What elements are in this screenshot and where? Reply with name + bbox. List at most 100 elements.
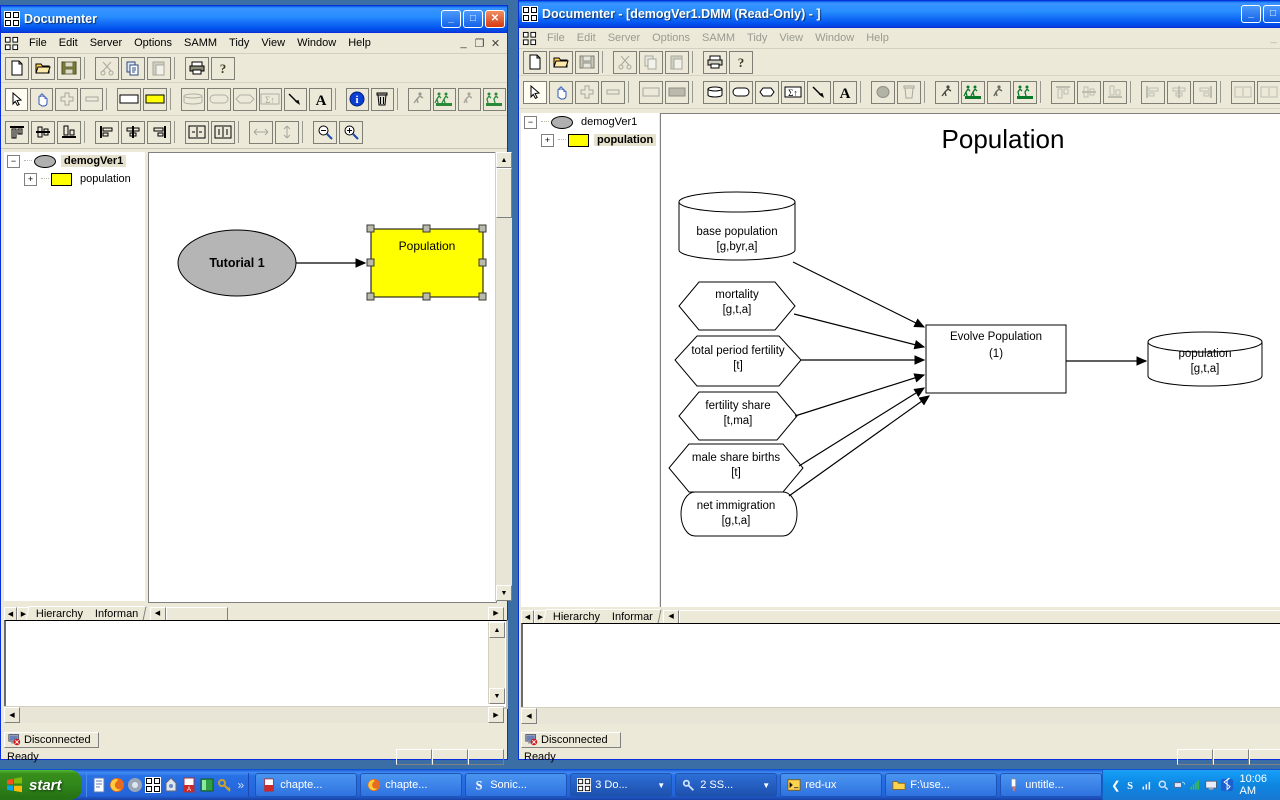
ql-app-icon[interactable] — [163, 777, 179, 793]
right-mdi-controls[interactable]: _ — [1266, 32, 1280, 44]
total-period-fertility-node[interactable]: total period fertility [t] — [674, 335, 802, 387]
left-output-pane[interactable] — [4, 620, 508, 709]
left-draw-toolbar[interactable]: Σ↑ A i — [1, 83, 507, 116]
tray-sonic-icon[interactable]: S — [1124, 778, 1136, 792]
tray-show-hidden-icon[interactable]: ❮ — [1111, 779, 1120, 792]
copy-icon[interactable] — [121, 56, 145, 80]
print-icon[interactable] — [185, 56, 209, 80]
menu-server[interactable]: Server — [84, 35, 128, 51]
vscroll-up-button[interactable]: ▲ — [489, 622, 505, 638]
tray-network-icon[interactable] — [1173, 778, 1186, 792]
new-icon[interactable] — [523, 50, 547, 74]
menu-samm[interactable]: SAMM — [696, 30, 741, 46]
ql-key-icon[interactable] — [217, 777, 233, 793]
vscroll-up-button[interactable]: ▲ — [496, 152, 512, 168]
align-left-icon[interactable] — [95, 120, 119, 144]
system-tray[interactable]: ❮ S 10:06 AM — [1102, 770, 1280, 800]
hscroll-right-button[interactable]: ▶ — [488, 606, 504, 621]
save-icon[interactable] — [57, 56, 81, 80]
mdi-minimize-button[interactable]: _ — [1266, 32, 1280, 44]
tray-bluetooth-icon[interactable] — [1221, 778, 1234, 792]
right-tabstrip[interactable]: ◀ ▶ Hierarchy Informar ◀ — [521, 607, 1280, 624]
tray-signal-icon[interactable] — [1141, 778, 1153, 792]
chevron-down-icon[interactable]: ▼ — [657, 781, 665, 790]
minimize-button[interactable]: _ — [441, 10, 461, 28]
right-window[interactable]: Documenter - [demogVer1.DMM (Read-Only) … — [518, 0, 1280, 765]
run-step-icon[interactable] — [987, 80, 1011, 104]
mortality-node[interactable]: mortality [g,t,a] — [678, 281, 796, 331]
menu-edit[interactable]: Edit — [53, 35, 84, 51]
right-tree-panel[interactable]: − demogVer1 + population — [521, 113, 659, 607]
mdi-restore-button[interactable]: ❐ — [472, 37, 487, 50]
hexagon-icon[interactable] — [755, 80, 779, 104]
tree-item-population[interactable]: + population — [4, 170, 145, 188]
vscroll-down-button[interactable]: ▼ — [489, 688, 505, 704]
task-button[interactable]: untitle... — [1000, 773, 1103, 797]
tray-monitor-icon[interactable] — [1205, 778, 1217, 792]
tree-item-population[interactable]: + population — [521, 131, 659, 149]
left-canvas-vscrollbar[interactable]: ▲ ▼ — [495, 152, 512, 601]
tab-scroll-left-icon[interactable]: ◀ — [4, 607, 17, 621]
tab-information[interactable]: Informan — [85, 606, 148, 621]
align-middle-icon[interactable] — [31, 120, 55, 144]
hscroll-left-button[interactable]: ◀ — [521, 708, 537, 724]
space-vertical-icon[interactable] — [211, 120, 235, 144]
tab-information[interactable]: Informar — [602, 609, 662, 624]
net-immigration-node[interactable]: net immigration [g,t,a] — [680, 491, 798, 537]
hscroll-left-button[interactable]: ◀ — [4, 707, 20, 723]
task-button[interactable]: red-ux — [780, 773, 883, 797]
task-button[interactable]: S Sonic... — [465, 773, 568, 797]
maximize-button[interactable]: □ — [1263, 5, 1280, 23]
ql-documenter-icon[interactable] — [144, 777, 161, 793]
new-icon[interactable] — [5, 56, 29, 80]
menu-file[interactable]: File — [541, 30, 571, 46]
quick-launch-overflow-icon[interactable]: » — [238, 778, 245, 792]
hscroll-left-button[interactable]: ◀ — [663, 609, 680, 624]
tab-scroll-left-icon[interactable]: ◀ — [521, 610, 534, 624]
close-button[interactable]: ✕ — [485, 10, 505, 28]
minimize-button[interactable]: _ — [1241, 5, 1261, 23]
right-draw-toolbar[interactable]: Σ↑ A — [519, 76, 1280, 109]
run-all-icon[interactable] — [961, 80, 985, 104]
menu-edit[interactable]: Edit — [571, 30, 602, 46]
mdi-minimize-button[interactable]: _ — [456, 37, 471, 50]
fertility-share-node[interactable]: fertility share [t,ma] — [678, 391, 798, 441]
right-window-menubar[interactable]: File Edit Server Options SAMM Tidy View … — [519, 28, 1280, 49]
rectangle-icon[interactable] — [117, 87, 142, 111]
left-window-menubar[interactable]: File Edit Server Options SAMM Tidy View … — [1, 33, 507, 54]
cylinder-icon[interactable] — [703, 80, 727, 104]
delete-trash-icon[interactable] — [370, 87, 394, 111]
yellow-rectangle-icon[interactable] — [143, 87, 168, 111]
print-icon[interactable] — [703, 50, 727, 74]
menu-window[interactable]: Window — [291, 35, 342, 51]
menu-tidy[interactable]: Tidy — [223, 35, 255, 51]
right-output-pane[interactable] — [521, 623, 1280, 712]
ql-acrobat-icon[interactable]: A — [181, 777, 197, 793]
task-button-group[interactable]: 2 SS... ▼ — [675, 773, 778, 797]
menu-file[interactable]: File — [23, 35, 53, 51]
tree-expander[interactable]: + — [24, 172, 37, 186]
left-window-titlebar[interactable]: Documenter _ □ ✕ — [1, 6, 507, 33]
left-window-controls[interactable]: _ □ ✕ — [441, 10, 505, 28]
open-icon[interactable] — [549, 50, 573, 74]
menu-help[interactable]: Help — [860, 30, 895, 46]
hscroll-left-button[interactable]: ◀ — [149, 606, 166, 621]
population-output-node[interactable]: population [g,t,a] — [1147, 331, 1263, 387]
hscroll-thumb[interactable] — [679, 609, 1280, 624]
right-window-controls[interactable]: _ □ — [1241, 5, 1280, 23]
tree-item-demogver1[interactable]: − demogVer1 — [521, 113, 659, 131]
taskbar[interactable]: start A » chapte... chapte... S Sonic...… — [0, 769, 1280, 800]
text-tool-icon[interactable]: A — [833, 80, 857, 104]
run-icon[interactable] — [935, 80, 959, 104]
zoom-in-icon[interactable] — [339, 120, 363, 144]
menu-options[interactable]: Options — [128, 35, 178, 51]
rounded-rect-icon[interactable] — [729, 80, 753, 104]
menu-view[interactable]: View — [773, 30, 809, 46]
ql-notepad-icon[interactable] — [91, 777, 107, 793]
menu-tidy[interactable]: Tidy — [741, 30, 773, 46]
maximize-button[interactable]: □ — [463, 10, 483, 28]
taskbar-clock[interactable]: 10:06 AM — [1240, 773, 1280, 797]
left-window[interactable]: Documenter _ □ ✕ File Edit Server Option… — [0, 5, 512, 765]
left-output-hscroll[interactable]: ◀ ▶ — [4, 706, 504, 723]
base-population-node[interactable]: base population [g,byr,a] — [678, 191, 796, 261]
